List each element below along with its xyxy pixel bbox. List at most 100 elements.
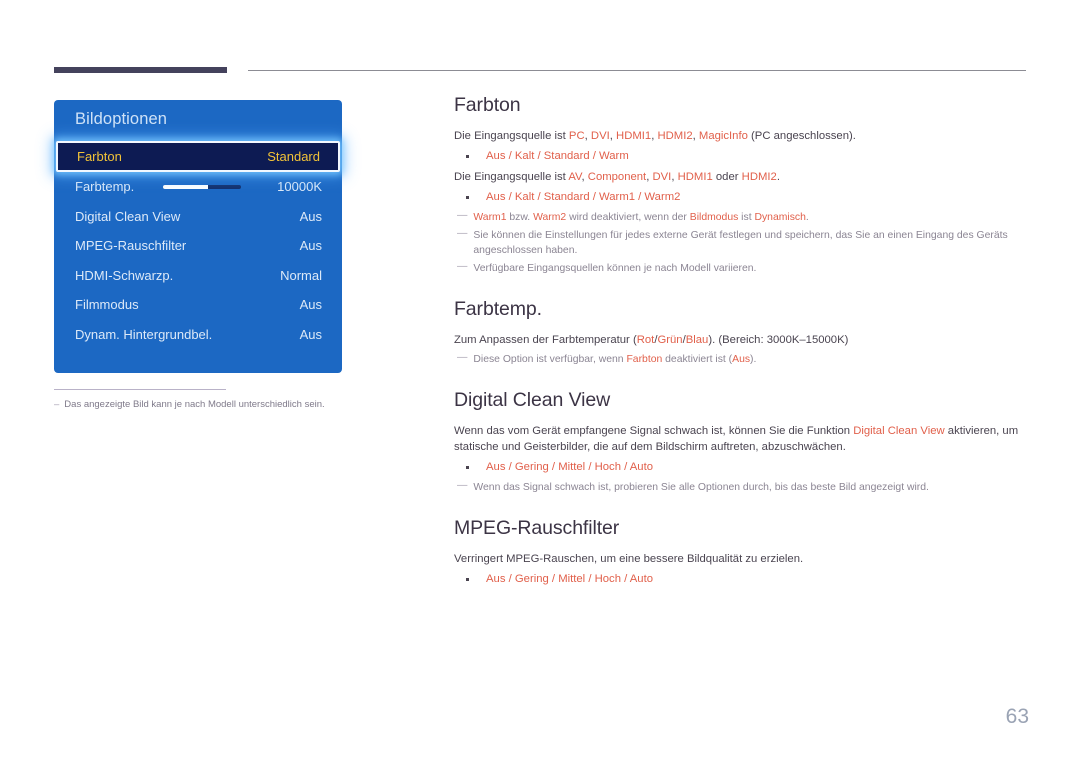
osd-note-divider — [54, 389, 226, 390]
section-note: — Wenn das Signal schwach ist, probieren … — [457, 480, 1030, 495]
osd-menu-item-value: Aus — [299, 326, 322, 342]
header-divider-line — [248, 70, 1026, 71]
section-note-text: Wenn das Signal schwach ist, probieren S… — [473, 480, 1030, 495]
text-run: ). (Bereich: 3000K–15000K) — [708, 334, 849, 346]
text-run: bzw. — [506, 212, 534, 223]
accent-term: HDMI1 — [677, 171, 713, 183]
section-note-text: Diese Option ist verfügbar, wenn Farbton… — [473, 352, 1030, 367]
osd-menu-item[interactable]: Farbtemp. 10000K — [54, 172, 342, 202]
section-paragraph: Wenn das vom Gerät empfangene Signal sch… — [454, 423, 1030, 455]
section-note: — Verfügbare Eingangsquellen können je na… — [457, 261, 1030, 276]
option-list: Aus / Kalt / Standard / Warm — [454, 148, 1030, 165]
text-run: Die Eingangsquelle ist — [454, 130, 569, 142]
note-dash-icon: — — [457, 352, 468, 363]
accent-term: Digital Clean View — [853, 425, 945, 437]
osd-menu-item-label: MPEG-Rauschfilter — [75, 238, 187, 254]
text-run: Die Eingangsquelle ist — [454, 171, 569, 183]
osd-menu-item[interactable]: Digital Clean View Aus — [54, 202, 342, 232]
osd-menu-item-value: Normal — [280, 267, 322, 283]
option-list-item: Aus / Kalt / Standard / Warm — [460, 148, 1030, 165]
note-dash-icon: — — [457, 210, 468, 221]
osd-menu-item[interactable]: Farbton Standard — [56, 141, 340, 172]
osd-menu-item-value: 10000K — [277, 179, 322, 195]
text-run: deaktiviert ist ( — [662, 354, 733, 365]
text-run: Wenn das Signal schwach ist, probieren S… — [473, 482, 929, 493]
text-run: (PC angeschlossen). — [747, 130, 856, 142]
option-list: Aus / Gering / Mittel / Hoch / Auto — [454, 571, 1030, 588]
text-run: Sie können die Einstellungen für jedes e… — [473, 230, 1008, 256]
option-list-item: Aus / Kalt / Standard / Warm1 / Warm2 — [460, 189, 1030, 206]
option-list-item: Aus / Gering / Mittel / Hoch / Auto — [460, 459, 1030, 476]
accent-term: Component — [587, 171, 647, 183]
section-note-text: Warm1 bzw. Warm2 wird deaktiviert, wenn … — [473, 210, 1030, 225]
osd-menu-item-label: Digital Clean View — [75, 208, 181, 224]
option-list: Aus / Gering / Mittel / Hoch / Auto — [454, 459, 1030, 476]
osd-menu-item-value: Aus — [299, 297, 322, 313]
text-run: Verfügbare Eingangsquellen können je nac… — [473, 263, 757, 274]
osd-menu-item-control-slot — [134, 184, 277, 189]
section-note-text: Verfügbare Eingangsquellen können je nac… — [473, 261, 1030, 276]
section-note: — Warm1 bzw. Warm2 wird deaktiviert, wenn… — [457, 210, 1030, 225]
osd-menu-item-label: HDMI-Schwarzp. — [75, 267, 174, 283]
osd-menu-item-label: Dynam. Hintergrundbel. — [75, 326, 213, 342]
content-section: Farbtemp. Zum Anpassen der Farbtemperatur… — [454, 298, 1030, 367]
content-section: Farbton Die Eingangsquelle ist PC, DVI, H… — [454, 94, 1030, 276]
section-heading: MPEG-Rauschfilter — [454, 517, 620, 539]
text-run: oder — [712, 171, 742, 183]
accent-term: DVI — [652, 171, 672, 183]
accent-term: Bildmodus — [689, 212, 739, 223]
osd-menu-row-list: Farbton Standard Farbtemp. 10000K Digital Cl… — [54, 141, 342, 349]
accent-term: Farbton — [626, 354, 663, 365]
osd-menu-item-value: Aus — [299, 238, 322, 254]
page-number: 63 — [1005, 705, 1029, 728]
header-accent-bar — [54, 67, 227, 73]
osd-menu-item[interactable]: MPEG-Rauschfilter Aus — [54, 231, 342, 261]
note-dash-icon: — — [457, 228, 468, 239]
content-section: Digital Clean View Wenn das vom Gerät emp… — [454, 389, 1030, 495]
page-header-rules — [0, 0, 1080, 90]
text-run: ist — [738, 212, 755, 223]
accent-term: Dynamisch — [754, 212, 806, 223]
accent-term: HDMI2 — [657, 130, 693, 142]
osd-menu-item[interactable]: Filmmodus Aus — [54, 290, 342, 320]
osd-figure-note: – Das angezeigte Bild kann je nach Model… — [54, 398, 354, 412]
note-dash-icon: — — [457, 480, 468, 491]
osd-menu-item-label: Farbton — [77, 149, 122, 164]
accent-term: Warm2 — [533, 212, 567, 223]
text-run: Verringert MPEG-Rauschen, um eine besser… — [454, 553, 804, 565]
note-dash-icon: – — [54, 399, 60, 410]
section-paragraph: Die Eingangsquelle ist AV, Component, DV… — [454, 169, 1030, 185]
text-run: Zum Anpassen der Farbtemperatur ( — [454, 334, 637, 346]
accent-term: Blau — [685, 334, 709, 346]
text-run: ). — [750, 354, 757, 365]
accent-term: AV — [568, 171, 582, 183]
section-heading: Farbton — [454, 94, 521, 116]
osd-slider[interactable] — [162, 184, 241, 189]
osd-menu-title: Bildoptionen — [75, 110, 168, 128]
accent-term: HDMI2 — [741, 171, 777, 183]
accent-term: Rot — [636, 334, 655, 346]
text-run: . — [805, 212, 809, 223]
section-paragraph: Verringert MPEG-Rauschen, um eine besser… — [454, 551, 1030, 567]
accent-term: Warm1 — [473, 212, 507, 223]
osd-menu-item[interactable]: HDMI-Schwarzp. Normal — [54, 261, 342, 291]
manual-content: Farbton Die Eingangsquelle ist PC, DVI, H… — [454, 94, 1030, 610]
osd-menu-item-label: Filmmodus — [75, 297, 139, 313]
osd-menu-panel: Bildoptionen Farbton Standard Farbtemp. 100… — [54, 100, 342, 373]
osd-menu-item-label: Farbtemp. — [75, 179, 135, 195]
note-dash-icon: — — [457, 261, 468, 272]
text-run: Wenn das vom Gerät empfangene Signal sch… — [454, 425, 854, 437]
section-heading: Digital Clean View — [454, 389, 611, 411]
text-run: wird deaktiviert, wenn der — [566, 212, 690, 223]
text-run: Diese Option ist verfügbar, wenn — [473, 354, 627, 365]
osd-figure-note-text: Das angezeigte Bild kann je nach Modell … — [64, 399, 325, 410]
accent-term: HDMI1 — [616, 130, 652, 142]
content-section: MPEG-Rauschfilter Verringert MPEG-Rausche… — [454, 517, 1030, 588]
accent-term: Grün — [657, 334, 683, 346]
section-note: — Diese Option ist verfügbar, wenn Farbto… — [457, 352, 1030, 367]
osd-menu-item[interactable]: Dynam. Hintergrundbel. Aus — [54, 320, 342, 350]
option-list: Aus / Kalt / Standard / Warm1 / Warm2 — [454, 189, 1030, 206]
accent-term: DVI — [590, 130, 610, 142]
option-list-item: Aus / Gering / Mittel / Hoch / Auto — [460, 571, 1030, 588]
accent-term: MagicInfo — [698, 130, 748, 142]
